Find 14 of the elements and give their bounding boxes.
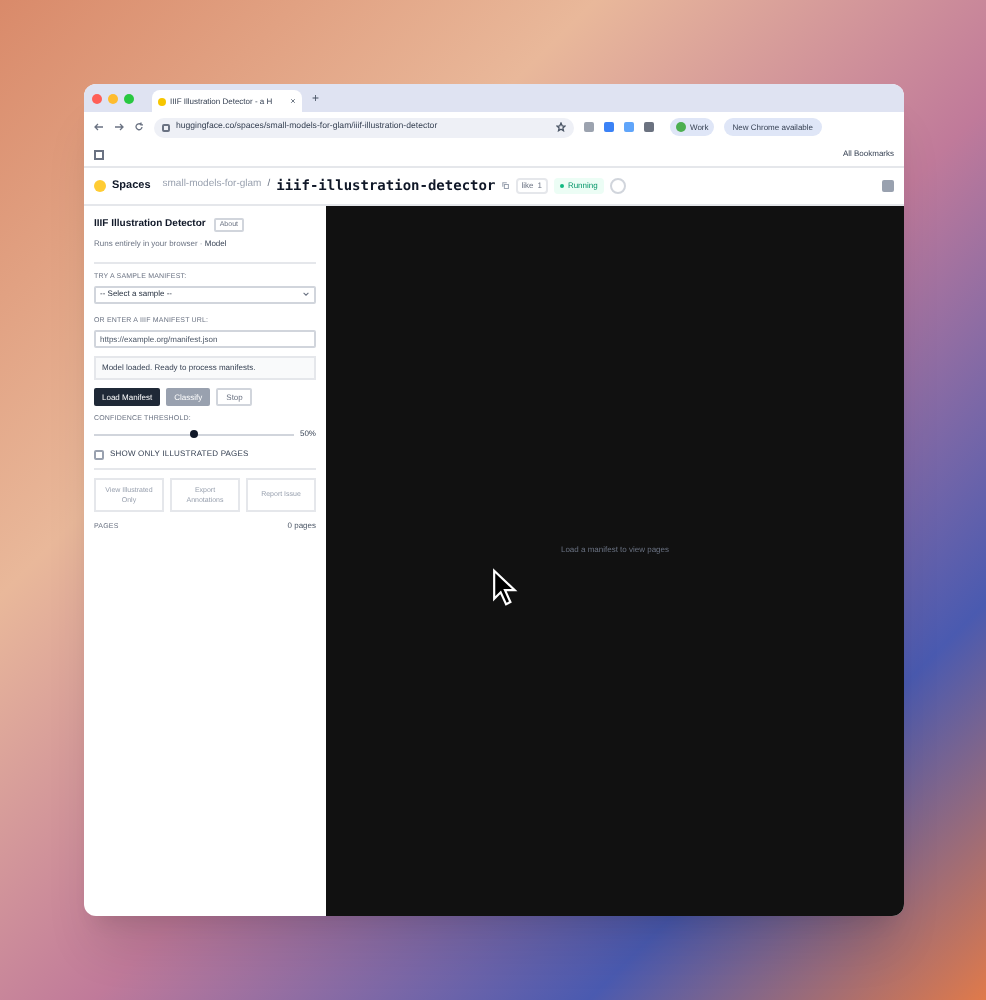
forward-arrow-icon[interactable] xyxy=(114,122,124,132)
close-tab-icon[interactable] xyxy=(290,98,296,104)
star-icon[interactable] xyxy=(556,122,566,132)
copy-icon[interactable] xyxy=(501,182,510,190)
reload-icon[interactable] xyxy=(134,122,144,132)
favicon-icon xyxy=(158,97,166,105)
logo-icon xyxy=(94,180,106,192)
maximize-window-button[interactable] xyxy=(124,93,134,103)
slider-thumb[interactable] xyxy=(189,430,198,439)
close-window-button[interactable] xyxy=(92,93,102,103)
mouse-cursor-icon xyxy=(492,568,518,608)
illustrated-filter-checkbox[interactable] xyxy=(94,449,104,460)
back-arrow-icon[interactable] xyxy=(94,122,104,132)
avatar-icon xyxy=(676,122,686,132)
